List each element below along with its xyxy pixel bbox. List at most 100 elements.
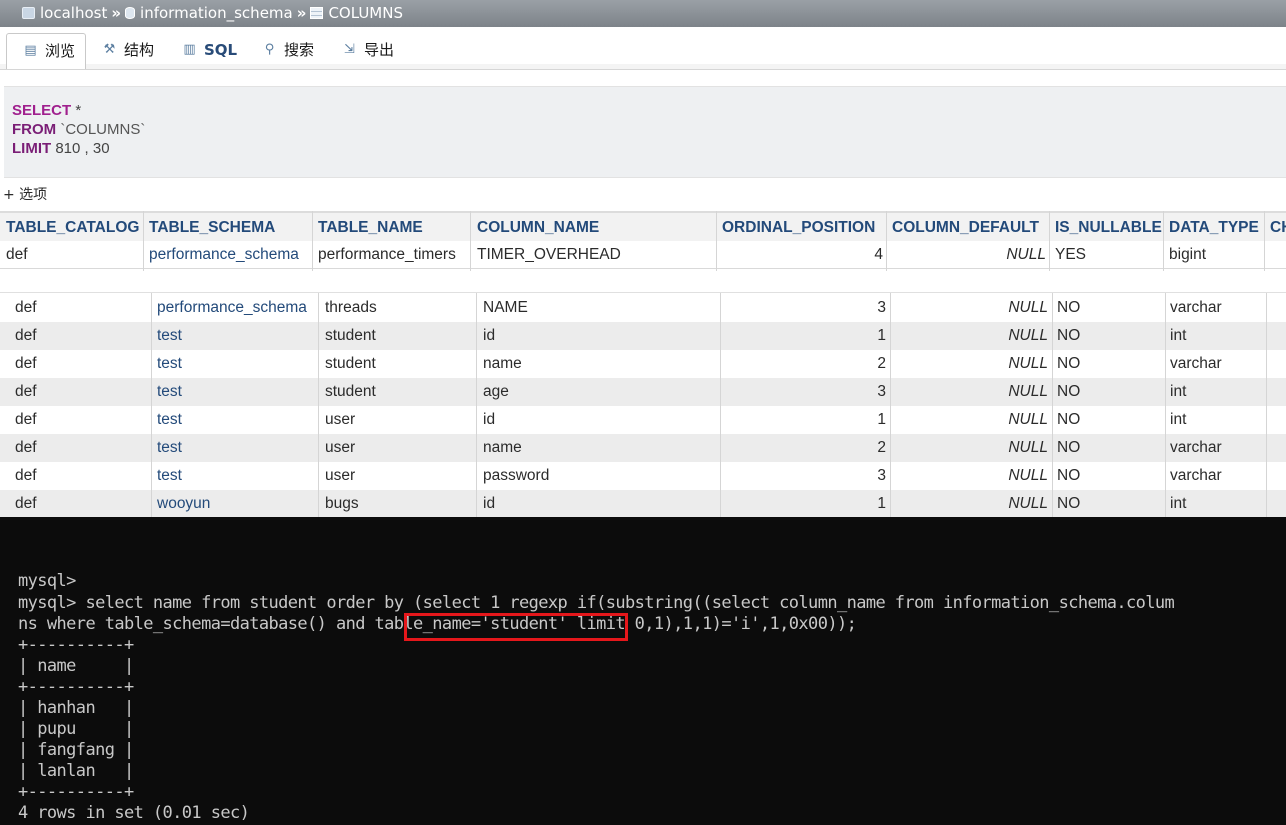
table-row[interactable]: def test user name 2 NULL NO varchar	[0, 434, 1286, 462]
sql-query-box: SELECT * FROM `COLUMNS` LIMIT 810 , 30	[4, 86, 1286, 178]
terminal-line: | pupu |	[18, 719, 134, 739]
cell-catalog: def	[15, 383, 37, 400]
cell-default: NULL	[1008, 299, 1048, 316]
cell-table-name: student	[325, 327, 376, 344]
terminal-line: | fangfang |	[18, 740, 134, 760]
tab-label: 搜索	[284, 41, 315, 59]
cell-data-type: varchar	[1170, 355, 1222, 372]
table-header: TABLE_CATALOG TABLE_SCHEMA TABLE_NAME CO…	[0, 211, 1286, 241]
breadcrumb-table[interactable]: COLUMNS	[328, 4, 403, 22]
header-character[interactable]: CH	[1270, 219, 1286, 237]
header-table-schema[interactable]: TABLE_SCHEMA	[149, 219, 275, 237]
table-row[interactable]: def wooyun bugs id 1 NULL NO int	[0, 490, 1286, 517]
cell-table-name: user	[325, 411, 356, 428]
cell-schema: test	[157, 383, 182, 400]
column-divider	[1049, 211, 1050, 271]
table-icon	[310, 7, 324, 19]
terminal-line: | hanhan |	[18, 698, 134, 718]
cell-table-name: student	[325, 355, 376, 372]
cell-schema: test	[157, 411, 182, 428]
breadcrumb: localhost» information_schema» COLUMNS	[0, 0, 1286, 27]
column-divider	[716, 211, 717, 271]
cell-data-type: varchar	[1170, 439, 1222, 456]
mysql-terminal[interactable]: mysql> mysql> select name from student or…	[0, 517, 1286, 825]
cell-nullable: NO	[1057, 467, 1081, 484]
export-icon: ⇲	[344, 42, 355, 57]
column-divider	[151, 293, 152, 517]
cell-default: NULL	[1008, 327, 1048, 344]
sql-keyword-from: FROM	[12, 121, 57, 138]
cell-ordinal: 3	[877, 383, 886, 400]
table-row[interactable]: def test student name 2 NULL NO varchar	[0, 350, 1286, 378]
tab-sql[interactable]: ▥ SQL	[166, 33, 246, 69]
table-row: def performance_schema performance_timer…	[0, 241, 1286, 269]
cell-column-name: name	[483, 439, 522, 456]
cell-ordinal: 2	[877, 439, 886, 456]
cell-ordinal: 1	[877, 327, 886, 344]
terminal-line: mysql>	[18, 571, 76, 591]
table-row[interactable]: def test student id 1 NULL NO int	[0, 322, 1286, 350]
cell-catalog: def	[15, 495, 37, 512]
cell-schema: performance_schema	[157, 299, 307, 316]
table-gap	[0, 271, 1286, 293]
cell-catalog: def	[15, 439, 37, 456]
cell-default: NULL	[1008, 355, 1048, 372]
table-row[interactable]: def test user password 3 NULL NO varchar	[0, 462, 1286, 490]
cell-schema: test	[157, 327, 182, 344]
cell-schema: test	[157, 467, 182, 484]
options-toggle[interactable]: + 选项	[3, 184, 47, 204]
cell-catalog: def	[15, 299, 37, 316]
tab-browse[interactable]: ▤ 浏览	[6, 33, 86, 69]
header-is-nullable[interactable]: IS_NULLABLE	[1055, 219, 1162, 237]
column-divider	[143, 211, 144, 271]
header-column-default[interactable]: COLUMN_DEFAULT	[892, 219, 1039, 237]
sql-icon: ▥	[183, 42, 196, 57]
cell-schema: test	[157, 439, 182, 456]
cell-catalog: def	[6, 246, 28, 263]
cell-ordinal: 1	[877, 411, 886, 428]
cell-data-type: int	[1170, 383, 1187, 400]
sql-limit-values: 810 , 30	[55, 140, 110, 157]
breadcrumb-separator: »	[111, 4, 122, 22]
cell-catalog: def	[15, 467, 37, 484]
terminal-line: +----------+	[18, 782, 134, 802]
cell-nullable: NO	[1057, 439, 1081, 456]
table-row[interactable]: def performance_schema threads NAME 3 NULL NO v…	[0, 294, 1286, 322]
column-divider	[720, 293, 721, 517]
database-icon	[125, 7, 136, 19]
sql-keyword-select: SELECT	[12, 102, 72, 119]
server-icon	[22, 7, 35, 19]
cell-schema: wooyun	[157, 495, 211, 512]
cell-data-type: int	[1170, 411, 1187, 428]
cell-table-name: performance_timers	[318, 246, 456, 263]
highlight-box	[404, 613, 628, 641]
cell-table-name: student	[325, 383, 376, 400]
header-data-type[interactable]: DATA_TYPE	[1169, 219, 1259, 237]
header-column-name[interactable]: COLUMN_NAME	[477, 219, 599, 237]
breadcrumb-server[interactable]: localhost	[40, 4, 107, 22]
column-divider	[470, 211, 471, 271]
cell-default: NULL	[1008, 495, 1048, 512]
cell-default: NULL	[1006, 246, 1046, 263]
cell-data-type: int	[1170, 495, 1187, 512]
search-icon: ⚲	[264, 42, 275, 57]
cell-column-name: TIMER_OVERHEAD	[477, 246, 621, 263]
terminal-line: +----------+	[18, 677, 134, 697]
table-row[interactable]: def test user id 1 NULL NO int	[0, 406, 1286, 434]
column-divider	[1165, 293, 1166, 517]
tab-structure[interactable]: ⚒ 结构	[86, 33, 166, 69]
breadcrumb-separator: »	[296, 4, 307, 22]
breadcrumb-database[interactable]: information_schema	[140, 4, 293, 22]
terminal-line: +----------+	[18, 635, 134, 655]
header-ordinal-position[interactable]: ORDINAL_POSITION	[722, 219, 875, 237]
cell-default: NULL	[1008, 383, 1048, 400]
header-table-name[interactable]: TABLE_NAME	[318, 219, 423, 237]
column-divider	[318, 293, 319, 517]
tab-export[interactable]: ⇲ 导出	[326, 33, 406, 69]
table-row[interactable]: def test student age 3 NULL NO int	[0, 378, 1286, 406]
header-table-catalog[interactable]: TABLE_CATALOG	[6, 219, 139, 237]
terminal-line: | name |	[18, 656, 134, 676]
cell-nullable: NO	[1057, 411, 1081, 428]
tab-search[interactable]: ⚲ 搜索	[246, 33, 326, 69]
cell-table-name: user	[325, 439, 356, 456]
